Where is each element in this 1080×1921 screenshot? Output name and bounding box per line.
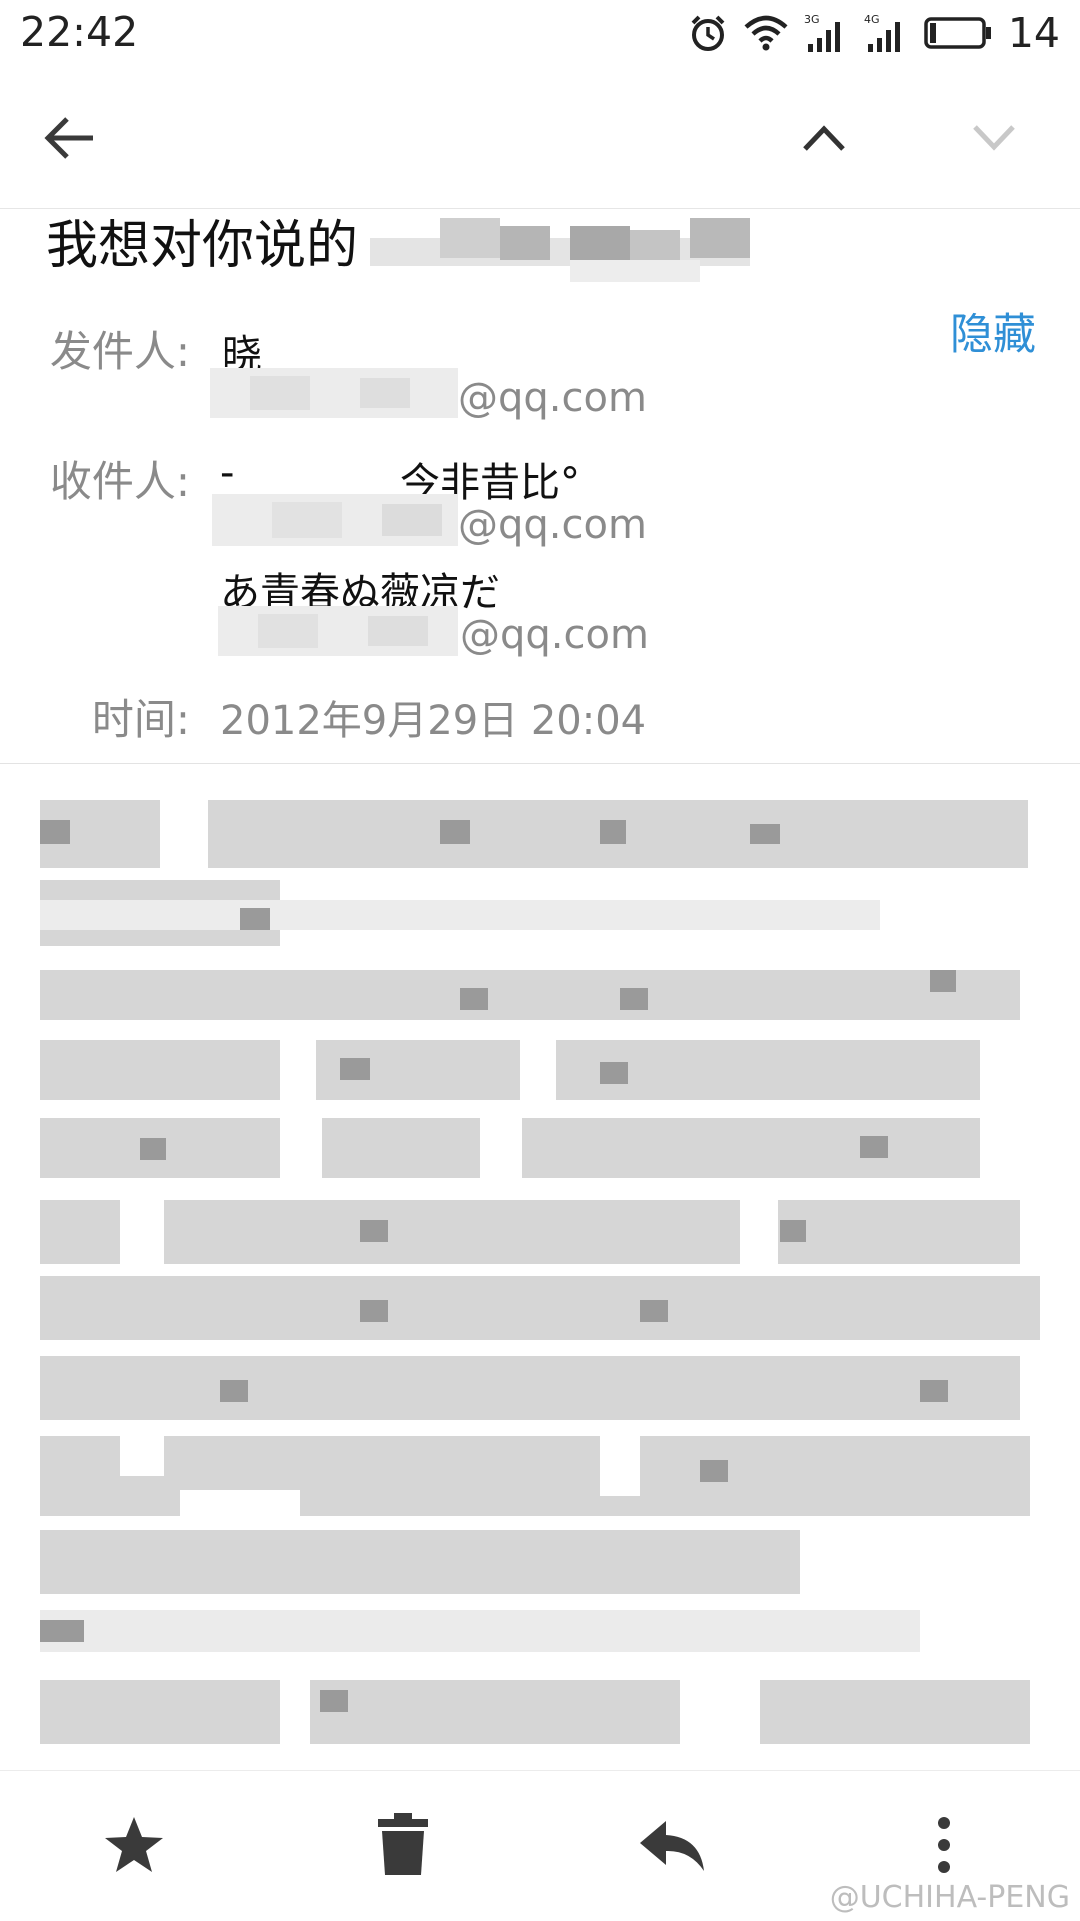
recipient-2-email-redaction xyxy=(218,606,458,656)
chevron-up-icon xyxy=(803,125,845,151)
battery-icon xyxy=(924,17,991,49)
alarm-icon xyxy=(691,15,725,51)
subject-redaction xyxy=(370,218,750,282)
chevron-down-icon xyxy=(973,125,1015,151)
back-button[interactable] xyxy=(32,100,108,176)
header-divider xyxy=(0,763,1080,764)
previous-message-button[interactable] xyxy=(786,100,862,176)
star-icon xyxy=(105,1817,163,1872)
hide-details-link[interactable]: 隐藏 xyxy=(950,300,1036,362)
recipient-2-email[interactable]: @qq.com xyxy=(460,612,649,658)
status-time: 22:42 xyxy=(20,8,139,56)
watermark: @UCHIHA-PENG xyxy=(829,1880,1070,1915)
sender-email[interactable]: @qq.com xyxy=(458,375,647,421)
bottom-action-bar: @UCHIHA-PENG xyxy=(0,1770,1080,1921)
signal-4g-icon: 4G xyxy=(864,13,900,52)
status-bar: 22:42 3G 4G 14 xyxy=(0,0,1080,66)
back-arrow-icon xyxy=(44,117,93,159)
time-label: 时间: xyxy=(91,695,190,744)
trash-icon xyxy=(378,1813,428,1875)
subject-text: 我想对你说的 xyxy=(46,216,359,276)
more-vert-icon xyxy=(938,1817,950,1873)
recipient-1-prefix: - xyxy=(220,450,235,496)
delete-button[interactable] xyxy=(355,1797,451,1893)
signal-3g-icon: 3G xyxy=(804,13,840,52)
recipient-1-email-redaction xyxy=(212,494,458,546)
from-label: 发件人: xyxy=(49,327,190,376)
to-label: 收件人: xyxy=(49,457,190,506)
sender-email-redaction xyxy=(210,368,458,418)
recipient-1-email[interactable]: @qq.com xyxy=(458,502,647,548)
email-subject: 我想对你说的 xyxy=(46,203,358,278)
star-button[interactable] xyxy=(86,1797,182,1893)
wifi-icon xyxy=(744,15,788,51)
svg-text:3G: 3G xyxy=(804,13,820,26)
reply-button[interactable] xyxy=(625,1797,721,1893)
status-icons: 3G 4G 14 xyxy=(688,9,1060,57)
battery-level: 14 xyxy=(1007,9,1060,57)
sent-time: 2012年9月29日 20:04 xyxy=(220,698,647,744)
next-message-button[interactable] xyxy=(956,100,1032,176)
svg-text:4G: 4G xyxy=(864,13,880,26)
reply-icon xyxy=(640,1821,704,1871)
message-toolbar xyxy=(0,66,1080,209)
more-options-button[interactable] xyxy=(896,1797,992,1893)
email-body-redacted xyxy=(40,800,1040,1744)
